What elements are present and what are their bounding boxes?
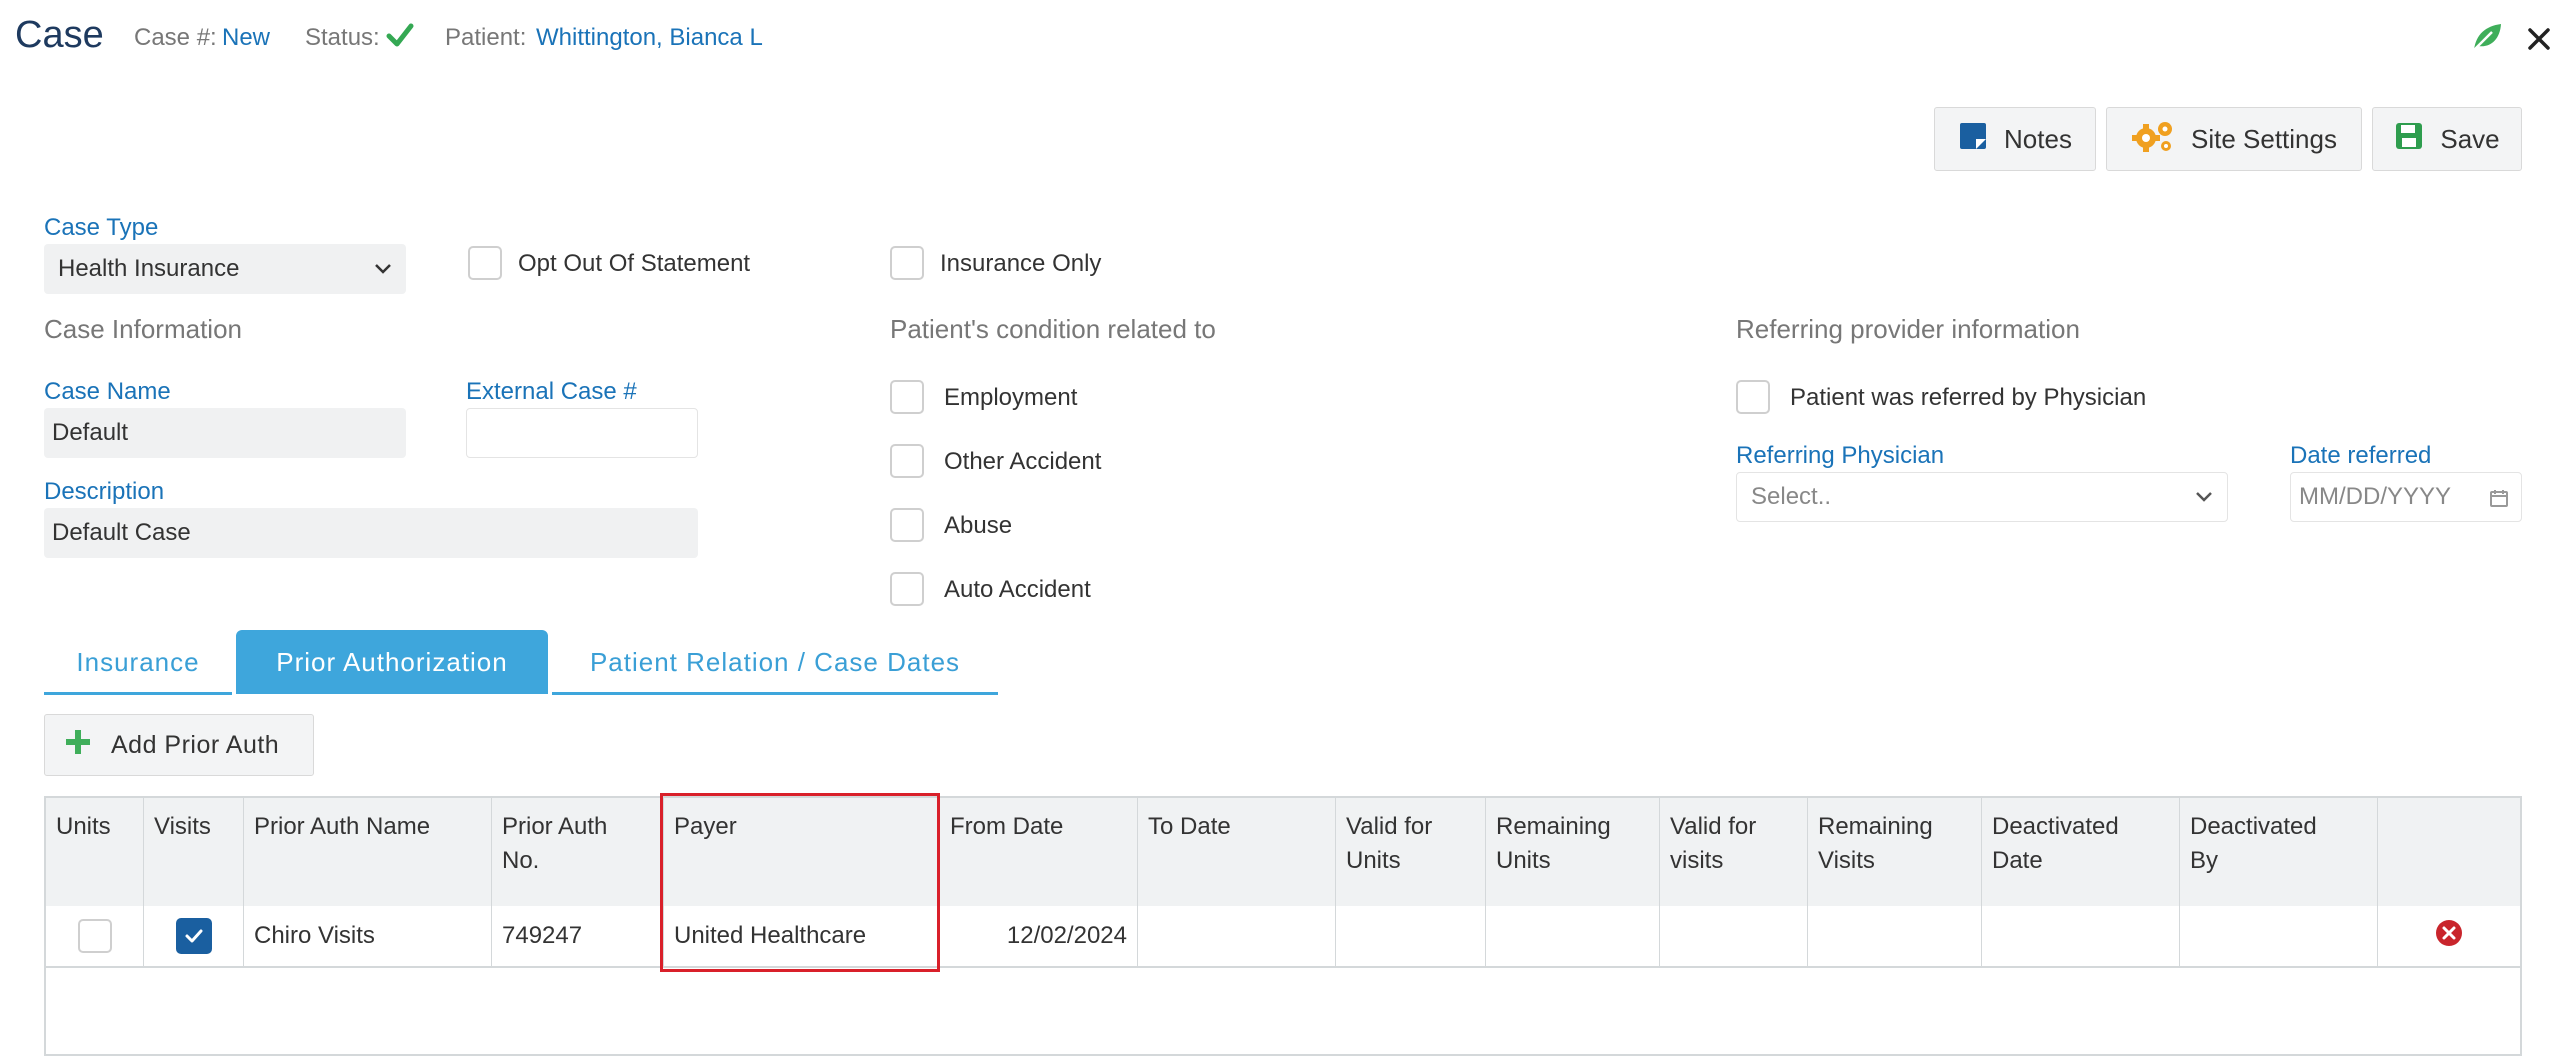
patient-link[interactable]: Whittington, Bianca L <box>536 24 763 52</box>
actions-cell <box>2378 906 2520 966</box>
abuse-label: Abuse <box>944 512 1013 539</box>
gears-icon <box>2131 118 2175 161</box>
opt-out-label: Opt Out Of Statement <box>518 250 751 277</box>
tab-prior-authorization[interactable]: Prior Authorization <box>236 630 548 694</box>
case-type-label: Case Type <box>44 214 159 241</box>
description-label: Description <box>44 478 165 505</box>
column-header-prior-auth-name[interactable]: Prior Auth Name <box>244 798 492 906</box>
case-number-label: Case #: <box>134 24 217 51</box>
insurance-only-checkbox[interactable] <box>890 246 924 280</box>
column-header-payer[interactable]: Payer <box>664 798 940 906</box>
prior-auth-table: Units Visits Prior Auth Name Prior Auth … <box>44 796 2522 1056</box>
condition-heading: Patient's condition related to <box>890 314 1216 344</box>
column-header-to-date[interactable]: To Date <box>1138 798 1336 906</box>
external-case-input[interactable] <box>466 408 698 458</box>
date-referred-label: Date referred <box>2290 442 2432 469</box>
add-prior-auth-button[interactable]: Add Prior Auth <box>44 714 314 776</box>
column-header-valid-for-visits[interactable]: Valid for visits <box>1660 798 1808 906</box>
table-row[interactable]: Chiro Visits 749247 United Healthcare 12… <box>46 906 2520 968</box>
date-referred-input[interactable]: MM/DD/YYYY <box>2290 472 2522 522</box>
column-header-actions <box>2378 798 2520 906</box>
tab-insurance[interactable]: Insurance <box>44 630 232 694</box>
column-header-deactivated-by[interactable]: Deactivated By <box>2180 798 2378 906</box>
prior-auth-no-cell[interactable]: 749247 <box>492 906 664 966</box>
valid-for-units-cell[interactable] <box>1336 906 1486 966</box>
case-name-value: Default <box>52 419 129 446</box>
save-button[interactable]: Save <box>2372 107 2522 171</box>
auto-accident-checkbox[interactable] <box>890 572 924 606</box>
employment-checkbox[interactable] <box>890 380 924 414</box>
remaining-units-cell[interactable] <box>1486 906 1660 966</box>
insurance-only-label: Insurance Only <box>940 250 1102 277</box>
to-date-cell[interactable] <box>1138 906 1336 966</box>
description-input[interactable]: Default Case <box>44 508 698 558</box>
from-date-cell[interactable]: 12/02/2024 <box>940 906 1138 966</box>
other-accident-checkbox[interactable] <box>890 444 924 478</box>
tab-patient-relation[interactable]: Patient Relation / Case Dates <box>552 630 998 694</box>
notes-label: Notes <box>2004 123 2072 154</box>
prior-auth-name-cell[interactable]: Chiro Visits <box>244 906 492 966</box>
visits-checkbox[interactable] <box>175 918 212 954</box>
save-icon <box>2394 121 2424 158</box>
plus-icon <box>63 727 93 764</box>
tab-underline <box>552 692 998 695</box>
column-header-prior-auth-no[interactable]: Prior Auth No. <box>492 798 664 906</box>
notes-icon <box>1958 121 1988 158</box>
close-icon[interactable] <box>2526 26 2552 57</box>
tab-underline <box>44 692 232 695</box>
column-header-remaining-visits[interactable]: Remaining Visits <box>1808 798 1982 906</box>
referred-by-label: Patient was referred by Physician <box>1790 384 2147 411</box>
case-information-heading: Case Information <box>44 314 242 344</box>
column-header-remaining-units[interactable]: Remaining Units <box>1486 798 1660 906</box>
chevron-down-icon <box>372 258 394 287</box>
status-check-icon <box>386 20 414 55</box>
employment-label: Employment <box>944 384 1078 411</box>
auto-accident-label: Auto Accident <box>944 576 1091 603</box>
referring-physician-placeholder: Select.. <box>1751 483 1832 510</box>
column-header-deactivated-date[interactable]: Deactivated Date <box>1982 798 2180 906</box>
units-cell <box>46 906 144 966</box>
visits-cell <box>144 906 244 966</box>
notes-button[interactable]: Notes <box>1934 107 2096 171</box>
referred-by-checkbox[interactable] <box>1736 380 1770 414</box>
calendar-icon[interactable] <box>2489 487 2509 515</box>
page-title: Case <box>15 14 104 56</box>
column-header-visits[interactable]: Visits <box>144 798 244 906</box>
remaining-visits-cell[interactable] <box>1808 906 1982 966</box>
chevron-down-icon <box>2193 486 2215 515</box>
leaf-icon[interactable] <box>2470 20 2504 59</box>
site-settings-button[interactable]: Site Settings <box>2106 107 2362 171</box>
case-type-value: Health Insurance <box>58 255 240 282</box>
save-label: Save <box>2440 123 2500 154</box>
external-case-label: External Case # <box>466 378 637 405</box>
delete-icon[interactable] <box>2435 919 2463 954</box>
patient-label: Patient: <box>445 24 527 51</box>
column-header-units[interactable]: Units <box>46 798 144 906</box>
site-settings-label: Site Settings <box>2191 123 2337 154</box>
deactivated-by-cell[interactable] <box>2180 906 2378 966</box>
abuse-checkbox[interactable] <box>890 508 924 542</box>
payer-cell[interactable]: United Healthcare <box>664 906 940 966</box>
case-type-select[interactable]: Health Insurance <box>44 244 406 294</box>
case-number-value: New <box>222 24 271 51</box>
referring-info-heading: Referring provider information <box>1736 314 2080 344</box>
date-referred-placeholder: MM/DD/YYYY <box>2299 483 2452 510</box>
column-header-from-date[interactable]: From Date <box>940 798 1138 906</box>
case-name-input[interactable]: Default <box>44 408 406 458</box>
add-prior-auth-label: Add Prior Auth <box>111 730 280 759</box>
units-checkbox[interactable] <box>77 919 112 953</box>
description-value: Default Case <box>52 519 191 546</box>
other-accident-label: Other Accident <box>944 448 1102 475</box>
deactivated-date-cell[interactable] <box>1982 906 2180 966</box>
case-name-label: Case Name <box>44 378 171 405</box>
referring-physician-select[interactable]: Select.. <box>1736 472 2228 522</box>
referring-physician-label: Referring Physician <box>1736 442 1945 469</box>
opt-out-checkbox[interactable] <box>468 246 502 280</box>
table-header: Units Visits Prior Auth Name Prior Auth … <box>46 798 2520 908</box>
column-header-valid-for-units[interactable]: Valid for Units <box>1336 798 1486 906</box>
valid-for-visits-cell[interactable] <box>1660 906 1808 966</box>
status-label: Status: <box>305 24 380 51</box>
